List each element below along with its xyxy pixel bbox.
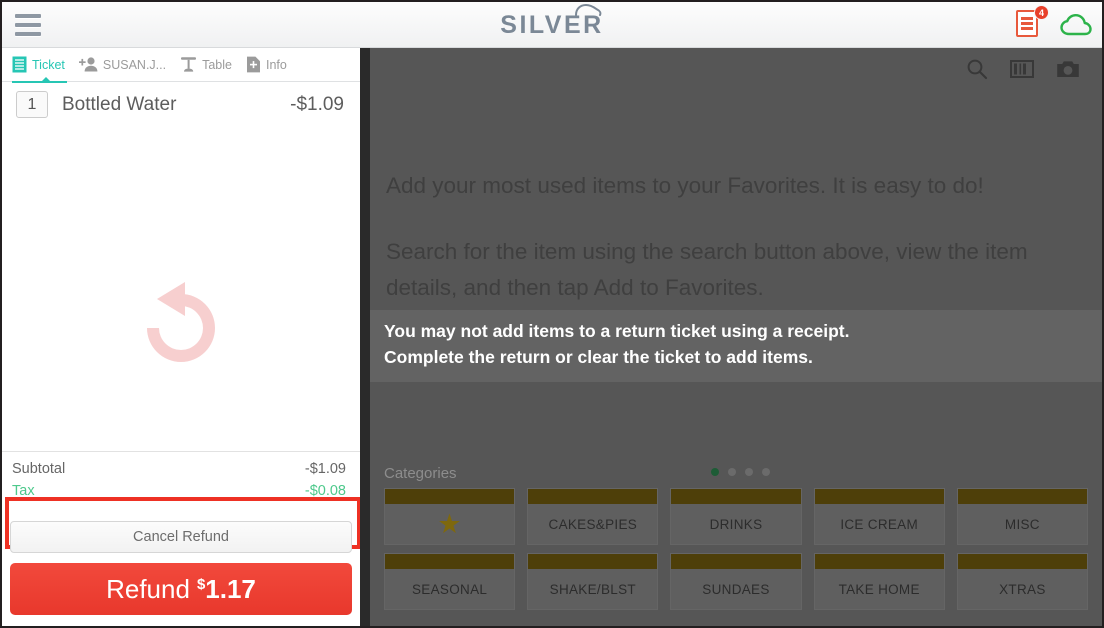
favorites-help-line: Add your most used items to your Favorit…: [386, 173, 984, 198]
toast-line: Complete the return or clear the ticket …: [384, 347, 813, 367]
cancel-refund-button[interactable]: Cancel Refund: [10, 521, 352, 553]
tab-ticket[interactable]: Ticket: [12, 48, 79, 83]
categories-grid: ★ CAKES&PIES DRINKS ICE CREAM MISC SEASO…: [384, 488, 1088, 610]
category-color-bar: [385, 554, 515, 569]
return-ticket-toast: You may not add items to a return ticket…: [370, 310, 1102, 382]
pos-app-window: SILVER 4 Ticket SUSAN.J... Table Info 1 …: [0, 0, 1104, 628]
panel-divider: [360, 48, 370, 626]
category-label: CAKES&PIES: [548, 516, 638, 532]
offline-receipts-button[interactable]: 4: [1016, 5, 1049, 40]
category-label: SEASONAL: [412, 581, 488, 597]
totals-value: -$1.09: [304, 461, 346, 477]
favorites-help-text: Add your most used items to your Favorit…: [370, 90, 1102, 306]
item-price: -$1.09: [290, 93, 344, 115]
item-name: Bottled Water: [62, 93, 177, 115]
pagination-dot[interactable]: [761, 468, 770, 476]
favorites-help-line: Search for the item using the search but…: [386, 239, 1028, 300]
category-label: XTRAS: [999, 581, 1046, 597]
star-icon: ★: [437, 508, 462, 539]
refund-button-label: Refund: [106, 573, 190, 604]
app-header: SILVER 4: [2, 2, 1102, 48]
hamburger-bar: [15, 13, 41, 18]
barcode-icon[interactable]: [1010, 59, 1034, 79]
table-icon: [181, 57, 197, 72]
category-color-bar: [385, 489, 515, 504]
category-tile[interactable]: DRINKS: [670, 488, 802, 545]
category-tile-favorites[interactable]: ★: [384, 488, 516, 545]
hamburger-bar: [15, 22, 41, 27]
pagination-dot[interactable]: [727, 468, 736, 476]
category-color-bar: [814, 554, 944, 569]
refund-amount: 1.17: [205, 573, 256, 604]
search-icon[interactable]: [966, 58, 988, 80]
pagination-dot[interactable]: [744, 468, 753, 476]
category-color-bar: [957, 489, 1087, 504]
categories-section: Categories ★ CAKES&PIES DRINKS ICE CREAM…: [370, 458, 1102, 626]
category-tile[interactable]: TAKE HOME: [813, 553, 945, 610]
tab-label: Ticket: [32, 57, 65, 72]
category-tile[interactable]: MISC: [956, 488, 1088, 545]
brand-logo: SILVER: [2, 2, 1102, 48]
tab-active-caret: [40, 76, 52, 83]
totals-value: -$0.08: [304, 483, 346, 499]
category-tile[interactable]: ICE CREAM: [813, 488, 945, 545]
catalog-panel: Add your most used items to your Favorit…: [370, 48, 1102, 626]
catalog-toolbar: [370, 48, 1102, 90]
totals-label: Tax: [12, 483, 35, 499]
ticket-tabs: Ticket SUSAN.J... Table Info: [2, 48, 360, 83]
cloud-outline-icon: [574, 3, 602, 16]
category-color-bar: [528, 554, 658, 569]
camera-icon[interactable]: [1056, 59, 1080, 79]
category-label: SHAKE/BLST: [549, 581, 636, 597]
return-undo-arrow-icon: [2, 198, 360, 458]
tab-label: SUSAN.J...: [102, 57, 167, 72]
refund-button[interactable]: Refund $ 1.17: [10, 563, 352, 615]
toast-line: You may not add items to a return ticket…: [384, 321, 850, 341]
header-actions: 4: [1016, 2, 1092, 48]
hamburger-bar: [15, 31, 41, 36]
tab-label: Table: [202, 57, 232, 72]
refund-currency-symbol: $: [196, 576, 206, 593]
add-person-icon: [78, 57, 98, 72]
tab-info[interactable]: Info: [246, 48, 301, 82]
category-tile[interactable]: CAKES&PIES: [527, 488, 659, 545]
totals-label: Subtotal: [12, 461, 66, 477]
hamburger-icon[interactable]: [2, 3, 54, 47]
totals-row-tax: Tax -$0.08: [12, 480, 346, 502]
category-tile[interactable]: SEASONAL: [384, 553, 516, 610]
category-color-bar: [814, 489, 944, 504]
category-label: SUNDAES: [702, 581, 770, 597]
category-color-bar: [671, 489, 801, 504]
tab-label: Info: [265, 57, 287, 72]
category-label: ICE CREAM: [840, 516, 919, 532]
offline-receipts-badge: 4: [1034, 5, 1049, 20]
ticket-panel: Ticket SUSAN.J... Table Info 1 Bottled W…: [2, 48, 360, 626]
categories-header: Categories: [384, 458, 1088, 488]
category-label: DRINKS: [709, 516, 763, 532]
table-row[interactable]: 1 Bottled Water -$1.09: [2, 82, 360, 127]
category-label: TAKE HOME: [838, 581, 920, 597]
category-color-bar: [671, 554, 801, 569]
category-tile[interactable]: SUNDAES: [670, 553, 802, 610]
category-label: MISC: [1004, 516, 1040, 532]
totals-row-subtotal: Subtotal -$1.09: [12, 458, 346, 480]
brand-name: SILVER: [500, 10, 604, 39]
item-quantity[interactable]: 1: [16, 91, 48, 118]
category-color-bar: [957, 554, 1087, 569]
category-pagination-dots: [384, 468, 1088, 476]
category-tile[interactable]: SHAKE/BLST: [527, 553, 659, 610]
receipt-lines-icon: [12, 56, 27, 73]
tab-customer[interactable]: SUSAN.J...: [78, 48, 180, 82]
note-add-icon: [246, 56, 260, 73]
cloud-icon[interactable]: [1060, 13, 1092, 37]
tab-table[interactable]: Table: [180, 48, 246, 82]
category-color-bar: [528, 489, 658, 504]
ticket-totals: Subtotal -$1.09 Tax -$0.08: [2, 451, 360, 510]
category-tile[interactable]: XTRAS: [956, 553, 1088, 610]
pagination-dot[interactable]: [710, 468, 719, 476]
